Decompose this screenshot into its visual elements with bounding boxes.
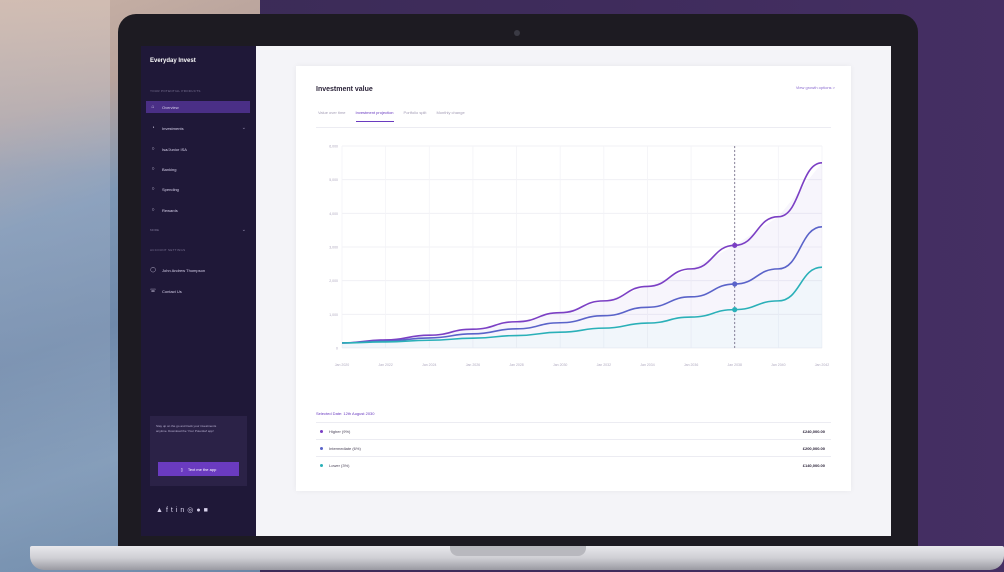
row-label: Intermediate (6%) <box>329 445 361 451</box>
youtube-icon[interactable]: ■ <box>204 507 211 514</box>
tab-bar: Value over time Investment projection Po… <box>318 110 465 122</box>
home-icon: ⌂ <box>151 104 155 110</box>
sidebar-item-investments[interactable]: ◔ Investments ⌄ <box>146 122 250 134</box>
phone-icon: ▯ <box>180 466 183 472</box>
sidebar-item-banking[interactable]: ○ Banking <box>146 163 250 175</box>
sidebar-item-label: John Andrew Thompson <box>162 267 206 273</box>
legend-dot <box>320 429 323 433</box>
x-tick-label: Jan 2024 <box>422 363 436 367</box>
social-links: ▲ftin◎●■ <box>156 506 211 514</box>
table-row: Intermediate (6%) £200,000.00 <box>316 439 831 456</box>
data-point <box>732 281 738 287</box>
sidebar: Everyday Invest YOUR POTENTIAL PRODUCTS … <box>141 46 256 536</box>
sidebar-item-label: Overview <box>162 104 179 110</box>
sidebar-item-rewards[interactable]: ○ Rewards <box>146 204 250 216</box>
sidebar-item-more[interactable]: MORE ⌄ <box>146 224 250 236</box>
projection-table: Higher (9%) £240,000.00 Intermediate (6%… <box>316 422 831 473</box>
sidebar-item-label: Contact Us <box>162 288 182 294</box>
sidebar-item-label: Banking <box>162 166 177 172</box>
investment-card: Investment value View growth options > V… <box>296 66 851 491</box>
y-tick-label: 2,000 <box>329 279 338 283</box>
gift-icon: ○ <box>151 207 155 213</box>
wallet-icon: ○ <box>151 146 155 152</box>
x-tick-label: Jan 2028 <box>509 363 523 367</box>
tab-investment-projection[interactable]: Investment projection <box>355 110 394 122</box>
sidebar-item-isa[interactable]: ○ Isa/Junior ISA <box>146 143 250 155</box>
x-tick-label: Jan 2022 <box>378 363 392 367</box>
tab-value-over-time[interactable]: Value over time <box>318 110 346 122</box>
sidebar-item-overview[interactable]: ⌂ Overview <box>146 101 250 113</box>
x-tick-label: Jan 2036 <box>684 363 698 367</box>
chart-icon: ◔ <box>151 125 155 131</box>
projection-chart[interactable]: 0 1,000 2,000 3,000 4,000 5,000 6,000 Jan 2020 J… <box>312 138 837 388</box>
user-icon: ◯ <box>150 267 156 273</box>
legend-dot <box>320 463 323 467</box>
app-promo: Stay up on the go and track your investm… <box>150 416 247 486</box>
x-tick-label: Jan 2038 <box>728 363 742 367</box>
bank-icon: ○ <box>151 166 155 172</box>
divider <box>316 127 831 128</box>
app-logo: Everyday Invest <box>150 58 196 64</box>
sidebar-item-profile[interactable]: ◯ John Andrew Thompson <box>146 264 250 276</box>
row-value: £140,000.00 <box>802 462 825 468</box>
card-icon: ○ <box>151 186 155 192</box>
selected-date: Selected Date: 12th August 2030 <box>316 411 375 416</box>
table-row: Higher (9%) £240,000.00 <box>316 422 831 439</box>
camera-icon <box>514 30 520 36</box>
y-tick-label: 3,000 <box>329 246 338 250</box>
android-icon[interactable]: ▲ <box>156 507 166 514</box>
data-point <box>732 242 738 248</box>
chevron-down-icon: ⌄ <box>241 227 246 233</box>
legend-dot <box>320 446 323 450</box>
more-label: MORE <box>150 228 159 232</box>
y-tick-label: 4,000 <box>329 212 338 216</box>
x-tick-label: Jan 2032 <box>597 363 611 367</box>
tab-portfolio-split[interactable]: Portfolio split <box>404 110 427 122</box>
y-tick-label: 1,000 <box>329 313 338 317</box>
text-app-button-label: Text me the app <box>187 466 217 472</box>
page-title: Investment value <box>316 86 373 93</box>
promo-text: Stay up on the go and track your investm… <box>156 424 217 433</box>
section-label-account: ACCOUNT SETTINGS <box>150 248 186 252</box>
x-tick-label: Jan 2040 <box>771 363 785 367</box>
section-label-products: YOUR POTENTIAL PRODUCTS <box>150 89 201 93</box>
row-label: Higher (9%) <box>329 428 351 434</box>
app-screen: Everyday Invest YOUR POTENTIAL PRODUCTS … <box>141 46 891 536</box>
pinterest-icon[interactable]: ● <box>196 507 203 514</box>
sidebar-item-label: Rewards <box>162 207 178 213</box>
growth-options-link[interactable]: View growth options > <box>796 85 835 90</box>
data-point <box>732 307 738 313</box>
x-tick-label: Jan 2026 <box>466 363 480 367</box>
sidebar-item-label: Spending <box>162 186 179 192</box>
x-tick-label: Jan 2020 <box>335 363 349 367</box>
sidebar-item-label: Isa/Junior ISA <box>162 146 187 152</box>
y-tick-label: 0 <box>336 347 338 351</box>
x-tick-label: Jan 2030 <box>553 363 567 367</box>
tab-monthly-change[interactable]: Monthly change <box>436 110 464 122</box>
row-label: Lower (3%) <box>329 462 350 468</box>
y-tick-label: 6,000 <box>329 145 338 149</box>
linkedin-icon[interactable]: in <box>176 507 187 514</box>
table-row: Lower (3%) £140,000.00 <box>316 456 831 473</box>
row-value: £200,000.00 <box>802 445 825 451</box>
sidebar-item-spending[interactable]: ○ Spending <box>146 183 250 195</box>
row-value: £240,000.00 <box>802 428 825 434</box>
sidebar-item-contact[interactable]: ☏ Contact Us <box>146 285 250 297</box>
sidebar-item-label: Investments <box>162 125 184 131</box>
text-app-button[interactable]: ▯ Text me the app <box>158 462 239 476</box>
x-tick-label: Jan 2034 <box>640 363 654 367</box>
y-tick-label: 5,000 <box>329 178 338 182</box>
laptop-notch <box>450 546 586 556</box>
x-tick-label: Jan 2042 <box>815 363 829 367</box>
phone-icon: ☏ <box>149 288 157 294</box>
chevron-down-icon: ⌄ <box>241 125 246 131</box>
